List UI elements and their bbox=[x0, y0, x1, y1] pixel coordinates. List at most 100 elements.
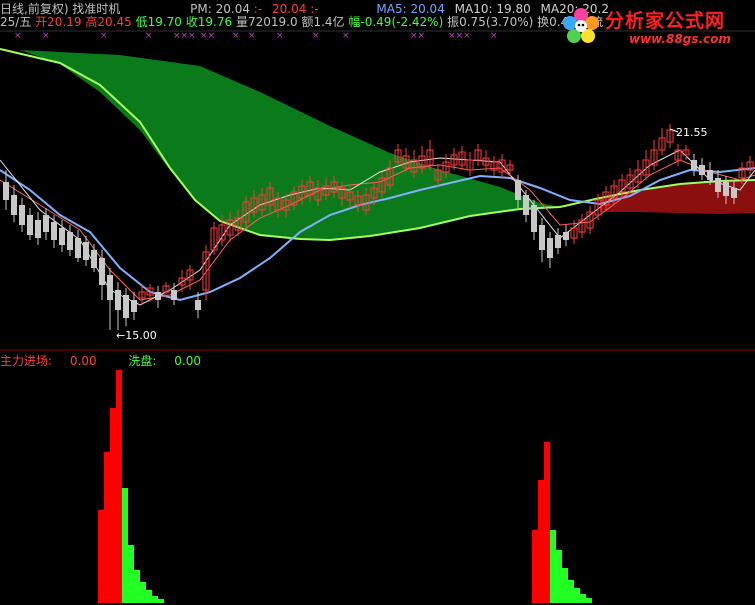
wash-value: 0.00 bbox=[174, 354, 202, 368]
header-row: 日线,前复权) 找准时机 PM: 20.04 :- 20.04 :- MA5: … bbox=[0, 2, 609, 16]
indicator-bar bbox=[98, 510, 104, 603]
indicator-bar bbox=[562, 568, 568, 603]
low-price-label: ←15.00 bbox=[116, 329, 157, 342]
high-price-label: 21.55 bbox=[676, 126, 708, 139]
pm-value2: 20.04 bbox=[272, 2, 307, 16]
indicator-bar bbox=[158, 599, 164, 603]
indicator-bar bbox=[544, 442, 550, 603]
indicator-bar bbox=[122, 488, 128, 603]
candle-body bbox=[75, 238, 81, 258]
watermark: 分析家公式网 www.88gs.com bbox=[559, 4, 749, 48]
indicator-bar bbox=[146, 590, 152, 603]
volume-value: 72019.0 bbox=[247, 15, 298, 29]
candle-body bbox=[59, 228, 65, 245]
candle-body bbox=[563, 232, 569, 240]
ma10-label: MA10: bbox=[454, 2, 493, 16]
turnover-label: 换 bbox=[537, 15, 550, 29]
svg-text:××: ×× bbox=[200, 31, 215, 41]
svg-text:×: × bbox=[100, 31, 108, 41]
indicator-bar bbox=[140, 582, 146, 603]
change-value: -0.49(-2.42%) bbox=[360, 15, 444, 29]
indicator-bars[interactable] bbox=[98, 370, 592, 603]
watermark-url: www.88gs.com bbox=[629, 32, 731, 46]
candle-body bbox=[699, 165, 705, 175]
candle-body bbox=[3, 182, 9, 200]
ma10-value: 19.80 bbox=[496, 2, 531, 16]
candle-body bbox=[67, 232, 73, 250]
svg-text:×: × bbox=[145, 31, 153, 41]
high-value: 20.45 bbox=[97, 15, 132, 29]
svg-text:×: × bbox=[490, 31, 498, 41]
candle-body bbox=[115, 290, 121, 310]
svg-text:×××: ××× bbox=[173, 31, 196, 41]
candle-body bbox=[555, 235, 561, 248]
high-label: 高 bbox=[85, 15, 98, 29]
amplitude-label: 振 bbox=[447, 15, 460, 29]
candle-body bbox=[515, 180, 521, 200]
indicator-bar bbox=[574, 588, 580, 603]
price-chart[interactable]: × × × × ××× ×× × × × × × ×× ××× × ←15.00 21.55 bbox=[0, 0, 755, 605]
candle-body bbox=[155, 292, 161, 300]
pm-label: PM: bbox=[190, 2, 212, 16]
candle-body bbox=[83, 242, 89, 260]
candle-body bbox=[707, 170, 713, 180]
indicator-bar bbox=[568, 580, 574, 603]
quote-row: 25/五 开20.19 高20.45 低19.70 收19.76 量72019.… bbox=[0, 15, 603, 29]
svg-text:×: × bbox=[248, 31, 256, 41]
svg-text:×: × bbox=[312, 31, 320, 41]
candle-body bbox=[19, 205, 25, 225]
indicator-bar bbox=[104, 452, 110, 603]
pm-sep1: :- bbox=[253, 2, 263, 16]
change-label: 幅 bbox=[348, 15, 361, 29]
candle-body bbox=[123, 295, 129, 318]
svg-text:×: × bbox=[14, 31, 22, 41]
main-force-value: 0.00 bbox=[69, 354, 97, 368]
candle-body bbox=[691, 160, 697, 170]
amount-value: 1.4亿 bbox=[313, 15, 345, 29]
candle-body bbox=[11, 195, 17, 215]
indicator-bar bbox=[116, 370, 122, 603]
candle-body bbox=[99, 258, 105, 285]
candle-body bbox=[43, 215, 49, 232]
main-force-indicator: 主力进场: 0.00 bbox=[0, 354, 111, 368]
indicator-bar bbox=[580, 594, 586, 603]
close-value: 19.76 bbox=[197, 15, 233, 29]
indicator-bar bbox=[538, 480, 544, 603]
open-value: 20.19 bbox=[47, 15, 82, 29]
ma5-value: 20.04 bbox=[410, 2, 445, 16]
candle-body bbox=[91, 250, 97, 268]
candle-body bbox=[531, 205, 537, 232]
amount-label: 额 bbox=[301, 15, 314, 29]
indicator-bar bbox=[586, 598, 592, 603]
candle-body bbox=[539, 225, 545, 250]
watermark-brand: 分析家公式网 bbox=[605, 10, 726, 32]
green-cloud bbox=[0, 49, 560, 240]
candle-body bbox=[51, 222, 57, 240]
candle-body bbox=[195, 300, 201, 310]
candle-body bbox=[723, 182, 729, 196]
close-label: 收 bbox=[185, 15, 198, 29]
low-value: 19.70 bbox=[147, 15, 182, 29]
ma5-label: MA5: bbox=[376, 2, 407, 16]
candle-body bbox=[731, 188, 737, 198]
indicator-bar bbox=[128, 545, 134, 603]
candle-body bbox=[715, 178, 721, 192]
svg-text:××: ×× bbox=[410, 31, 425, 41]
indicator-bar bbox=[556, 550, 562, 603]
indicator-bar bbox=[532, 530, 538, 603]
candle-body bbox=[27, 215, 33, 235]
candle-body bbox=[547, 238, 553, 258]
candle-body bbox=[35, 220, 41, 238]
indicator-header: 主力进场: 0.00 洗盘: 0.00 bbox=[0, 352, 229, 369]
chart-title: 日线,前复权) 找准时机 bbox=[0, 2, 121, 16]
candle-body bbox=[171, 290, 177, 300]
pm-sep2: :- bbox=[310, 2, 319, 16]
svg-text:×: × bbox=[42, 31, 50, 41]
svg-text:×: × bbox=[342, 31, 350, 41]
candle-body bbox=[523, 195, 529, 215]
svg-text:×: × bbox=[232, 31, 240, 41]
svg-text:×: × bbox=[276, 31, 284, 41]
indicator-bar bbox=[550, 530, 556, 603]
flower-logo-icon bbox=[563, 8, 599, 43]
candle-body bbox=[131, 300, 137, 312]
